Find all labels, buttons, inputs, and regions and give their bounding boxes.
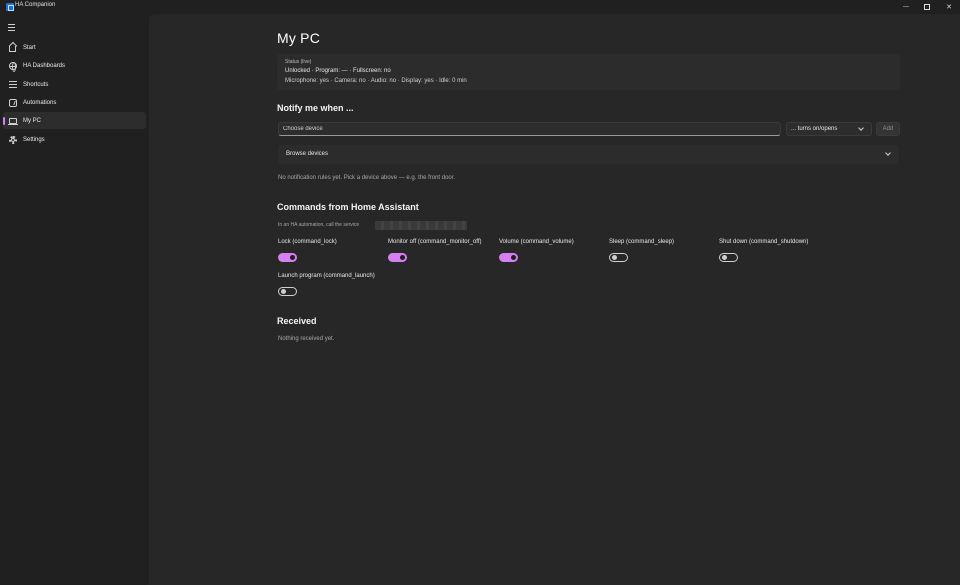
sidebar-item-label: Shortcuts [23,81,49,88]
sidebar-item-shortcuts[interactable]: Shortcuts [3,76,146,93]
command-sleep-toggle[interactable] [609,253,628,262]
close-button[interactable]: ✕ [938,0,960,14]
browse-devices-label: Browse devices [286,151,329,157]
trigger-dropdown[interactable]: ... turns on/opens [786,122,872,136]
commands-heading: Commands from Home Assistant [277,202,419,212]
chevron-down-icon [858,125,864,131]
automation-icon [8,98,17,107]
minimize-button[interactable]: — [895,0,917,14]
status-details: Microphone: yes · Camera: no · Audio: no… [285,78,467,84]
minimize-icon: — [903,4,909,10]
sidebar-item-ha-dashboards[interactable]: HA Dashboards [3,57,146,74]
service-hint: In an HA automation, call the service [278,222,360,228]
toggle-knob [400,255,405,260]
toggle-knob [612,255,617,260]
sidebar-item-label: Start [23,44,36,51]
choose-device-input[interactable] [278,122,781,136]
sidebar-item-label: Automations [23,99,57,106]
toggle-knob [722,255,727,260]
toggle-knob [281,289,286,294]
hamburger-icon-line [7,26,15,28]
browse-devices-expander[interactable]: Browse devices [278,145,899,164]
received-empty-text: Nothing received yet. [278,336,335,342]
hamburger-icon [7,23,15,25]
trigger-dropdown-value: ... turns on/opens [791,126,838,132]
status-card: Status (live) Unlocked · Program: — · Fu… [277,54,900,90]
app-logo-icon [6,3,14,11]
gear-icon [8,135,17,144]
sidebar-item-my-pc[interactable]: My PC [3,112,146,129]
laptop-icon [7,116,18,125]
service-name-redacted [375,221,467,230]
sidebar-item-start[interactable]: Start [3,39,146,56]
window-title: HA Companion [15,2,56,8]
command-label: Monitor off (command_monitor_off) [388,239,482,245]
sidebar-item-label: Settings [23,136,45,143]
notify-empty-text: No notification rules yet. Pick a device… [278,175,456,181]
command-label: Volume (command_volume) [499,239,574,245]
hamburger-icon-line [7,29,15,31]
status-summary: Unlocked · Program: — · Fullscreen: no [285,68,391,74]
command-label: Shut down (command_shutdown) [719,239,809,245]
title-bar: HA Companion — ✕ [0,0,960,14]
sidebar-item-settings[interactable]: Settings [3,131,146,148]
maximize-icon [924,4,930,10]
command-volume-toggle[interactable] [499,253,518,262]
received-heading: Received [277,316,317,326]
add-button[interactable]: Add [876,122,900,136]
sidebar-item-label: My PC [23,117,41,124]
command-monitor-off-toggle[interactable] [388,253,407,262]
home-icon [8,43,17,52]
maximize-button[interactable] [916,0,938,14]
menu-toggle-button[interactable] [4,20,18,34]
main-content: My PC Status (live) Unlocked · Program: … [149,14,960,585]
chevron-down-icon [885,150,891,156]
list-icon [8,80,17,89]
globe-icon [8,61,17,72]
page-title: My PC [277,30,320,46]
sidebar: Start HA Dashboards Shortcuts Automation… [0,14,149,585]
notify-heading: Notify me when ... [277,103,354,113]
toggle-knob [290,255,295,260]
toggle-knob [511,255,516,260]
selection-indicator [3,117,5,125]
command-shutdown-toggle[interactable] [719,253,738,262]
sidebar-item-label: HA Dashboards [23,62,66,69]
sidebar-item-automations[interactable]: Automations [3,94,146,111]
command-label: Launch program (command_launch) [278,273,375,279]
status-label: Status (live) [285,59,312,65]
command-label: Sleep (command_sleep) [609,239,675,245]
command-launch-toggle[interactable] [278,287,297,296]
command-lock-toggle[interactable] [278,253,297,262]
close-icon: ✕ [946,4,952,11]
command-label: Lock (command_lock) [278,239,337,245]
